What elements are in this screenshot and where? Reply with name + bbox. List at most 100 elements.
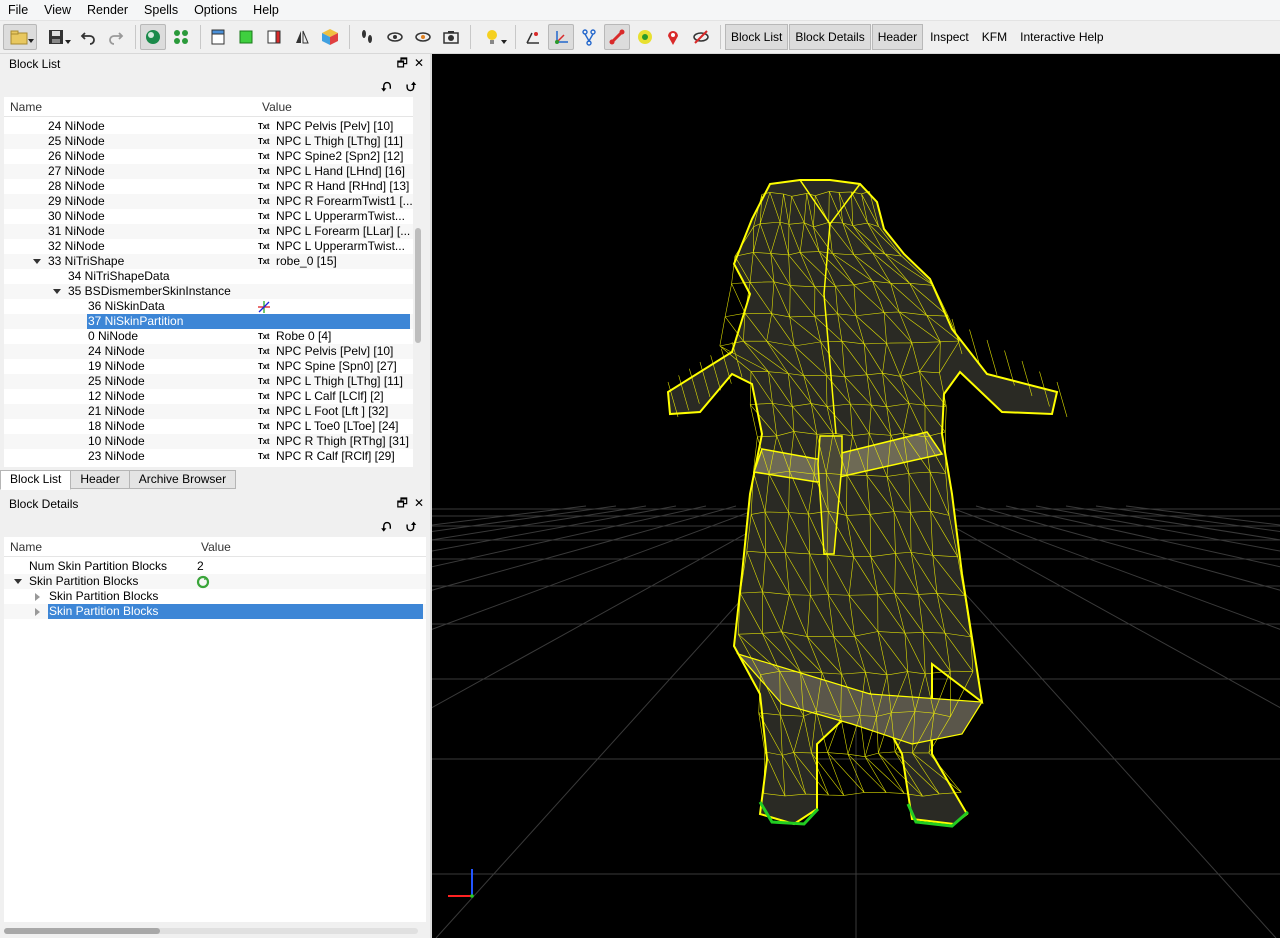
tab-archive-browser[interactable]: Archive Browser	[128, 470, 237, 489]
show-nodes-button[interactable]	[548, 24, 574, 50]
menu-help[interactable]: Help	[245, 0, 287, 21]
tab-block-list[interactable]: Block List	[0, 470, 72, 490]
block-list-row[interactable]: 12 NiNode Txt NPC L Calf [LClf] [2]	[4, 389, 413, 404]
block-list-row[interactable]: 25 NiNode Txt NPC L Thigh [LThg] [11]	[4, 134, 413, 149]
block-name: 31 NiNode	[48, 224, 105, 238]
toggle-header-button[interactable]: Header	[871, 24, 924, 50]
open-file-button[interactable]	[3, 24, 37, 50]
block-list-row[interactable]: 35 BSDismemberSkinInstance	[4, 284, 413, 299]
block-list-row[interactable]: 32 NiNode Txt NPC L UpperarmTwist...	[4, 239, 413, 254]
toggle-kfm-button[interactable]: KFM	[976, 24, 1013, 50]
block-list-row[interactable]: 31 NiNode Txt NPC L Forearm [LLar] [...	[4, 224, 413, 239]
block-list-row[interactable]: 34 NiTriShapeData	[4, 269, 413, 284]
block-list-scrollbar[interactable]	[413, 120, 422, 467]
redo-button[interactable]	[103, 24, 129, 50]
block-name: 28 NiNode	[48, 179, 105, 193]
close-dock-icon[interactable]: ✕	[414, 57, 424, 70]
toggle-inspect-button[interactable]: Inspect	[924, 24, 975, 50]
block-list-value-column[interactable]: Value	[262, 100, 292, 114]
collapse-arrow-icon[interactable]	[35, 593, 40, 601]
render-viewport[interactable]	[432, 54, 1280, 938]
block-value: robe_0 [15]	[276, 254, 337, 268]
expand-arrow-icon[interactable]	[33, 259, 41, 264]
block-list-name-column[interactable]: Name	[10, 100, 42, 114]
view-mirror-button[interactable]	[289, 24, 315, 50]
menu-options[interactable]: Options	[186, 0, 245, 21]
select-vertex-button[interactable]	[168, 24, 194, 50]
menu-render[interactable]: Render	[79, 0, 136, 21]
hide-unselected-button[interactable]	[688, 24, 714, 50]
block-list-row[interactable]: 25 NiNode Txt NPC L Thigh [LThg] [11]	[4, 374, 413, 389]
float-details-dock-icon[interactable]: 🗗	[397, 497, 408, 510]
block-list-row[interactable]: 23 NiNode Txt NPC R Calf [RClf] [29]	[4, 449, 413, 464]
view-side-button[interactable]	[261, 24, 287, 50]
block-details-name-column[interactable]: Name	[10, 540, 42, 554]
menu-file[interactable]: File	[0, 0, 36, 21]
toggle-block-details-button[interactable]: Block Details	[789, 24, 871, 50]
show-havok-button[interactable]	[632, 24, 658, 50]
block-list-row[interactable]: 24 NiNode Txt NPC Pelvis [Pelv] [10]	[4, 119, 413, 134]
block-list-row[interactable]: 0 NiNode Txt Robe 0 [4]	[4, 329, 413, 344]
detail-row[interactable]: Skin Partition Blocks	[4, 574, 426, 589]
block-list-row[interactable]: 33 NiTriShape Txt robe_0 [15]	[4, 254, 413, 269]
view-front-button[interactable]	[233, 24, 259, 50]
menu-spells[interactable]: Spells	[136, 0, 186, 21]
camera-icon	[443, 31, 459, 44]
show-constraints-button[interactable]	[576, 24, 602, 50]
block-list-row[interactable]: 37 NiSkinPartition	[4, 314, 413, 329]
text-type-icon: Txt	[258, 257, 270, 266]
lighting-button[interactable]	[475, 24, 509, 50]
save-file-button[interactable]	[39, 24, 73, 50]
block-name: 10 NiNode	[88, 434, 145, 448]
screenshot-button[interactable]	[438, 24, 464, 50]
show-markers-button[interactable]	[410, 24, 436, 50]
mirror-icon	[296, 30, 309, 44]
interactive-help-button[interactable]: Interactive Help	[1014, 24, 1109, 50]
block-list-row[interactable]: 27 NiNode Txt NPC L Hand [LHnd] [16]	[4, 164, 413, 179]
block-value: NPC L UpperarmTwist...	[276, 239, 405, 253]
detail-row[interactable]: Skin Partition Blocks	[4, 589, 426, 604]
block-list-row[interactable]: 28 NiNode Txt NPC R Hand [RHnd] [13]	[4, 179, 413, 194]
details-horizontal-scrollbar[interactable]	[4, 928, 418, 934]
show-axes-button[interactable]	[520, 24, 546, 50]
block-list-row[interactable]: 30 NiNode Txt NPC L UpperarmTwist...	[4, 209, 413, 224]
walk-button[interactable]	[354, 24, 380, 50]
show-hidden-button[interactable]	[382, 24, 408, 50]
block-value: NPC L Forearm [LLar] [...	[276, 224, 411, 238]
block-list-row[interactable]: 21 NiNode Txt NPC L Foot [Lft ] [32]	[4, 404, 413, 419]
menu-view[interactable]: View	[36, 0, 79, 21]
block-name: 27 NiNode	[48, 164, 105, 178]
block-list-row[interactable]: 19 NiNode Txt NPC Spine [Spn0] [27]	[4, 359, 413, 374]
block-list-row[interactable]: 36 NiSkinData	[4, 299, 413, 314]
block-details-value-column[interactable]: Value	[201, 540, 231, 554]
view-user-button[interactable]	[317, 24, 343, 50]
block-details-tree[interactable]: Name Value Num Skin Partition Blocks 2 Ski…	[4, 537, 426, 922]
expand-arrow-icon[interactable]	[14, 579, 22, 584]
block-list-row[interactable]: 26 NiNode Txt NPC Spine2 [Spn2] [12]	[4, 149, 413, 164]
undo-button[interactable]	[75, 24, 101, 50]
block-list-row[interactable]: 24 NiNode Txt NPC Pelvis [Pelv] [10]	[4, 344, 413, 359]
detail-row[interactable]: Skin Partition Blocks	[4, 604, 426, 619]
expand-arrow-icon[interactable]	[53, 289, 61, 294]
view-top-button[interactable]	[205, 24, 231, 50]
text-type-icon: Txt	[258, 242, 270, 251]
detail-row[interactable]: Num Skin Partition Blocks 2	[4, 559, 426, 574]
toggle-block-list-button[interactable]: Block List	[725, 24, 789, 50]
block-list-row[interactable]: 10 NiNode Txt NPC R Thigh [RThg] [31]	[4, 434, 413, 449]
select-object-button[interactable]	[140, 24, 166, 50]
show-skeleton-button[interactable]	[604, 24, 630, 50]
block-list-tree[interactable]: Name Value 24 NiNode Txt NPC Pelvis [Pelv]…	[4, 97, 413, 467]
block-name: 34 NiTriShapeData	[68, 269, 170, 283]
block-value: NPC R ForearmTwist1 [...	[276, 194, 413, 208]
collapse-arrow-icon[interactable]	[35, 608, 40, 616]
block-list-row[interactable]: 18 NiNode Txt NPC L Toe0 [LToe] [24]	[4, 419, 413, 434]
refresh-icon[interactable]	[196, 575, 210, 589]
close-details-dock-icon[interactable]: ✕	[414, 497, 424, 510]
vertices-icon	[174, 30, 188, 44]
float-dock-icon[interactable]: 🗗	[397, 57, 408, 70]
tab-header[interactable]: Header	[70, 470, 130, 489]
undo-icon	[80, 32, 95, 45]
block-list-row[interactable]: 29 NiNode Txt NPC R ForearmTwist1 [...	[4, 194, 413, 209]
show-markers-pin-button[interactable]	[660, 24, 686, 50]
text-type-icon: Txt	[258, 362, 270, 371]
